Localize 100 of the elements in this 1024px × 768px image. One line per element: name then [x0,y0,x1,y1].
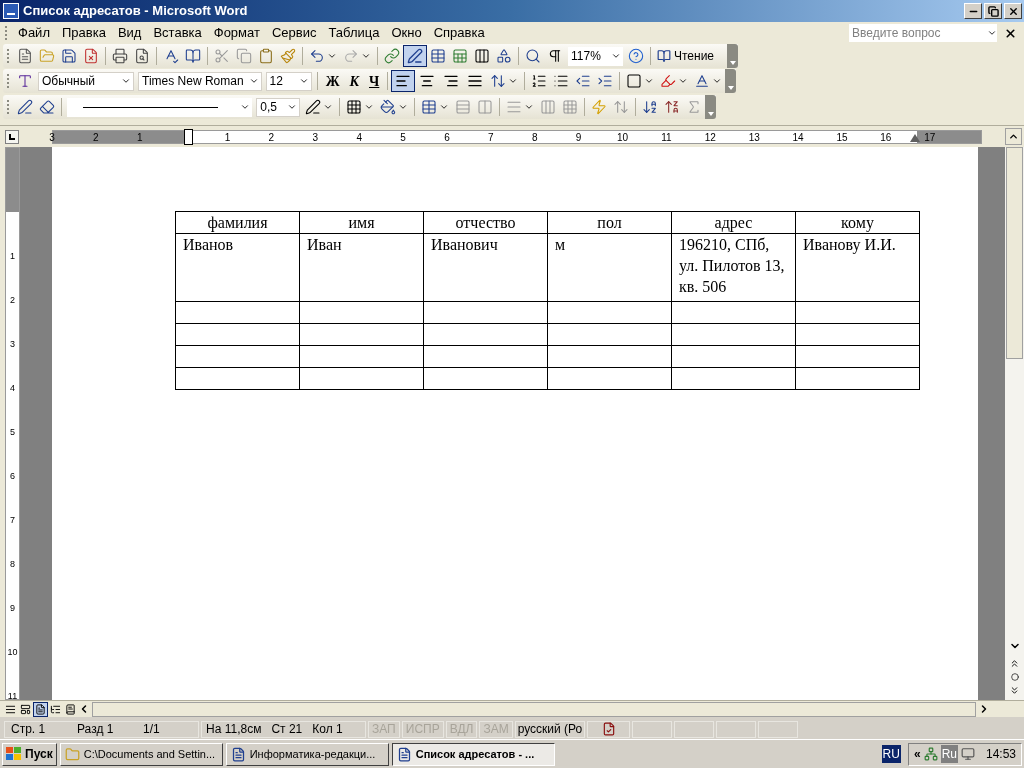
permission-icon[interactable] [83,48,99,64]
sort-ascending-icon[interactable] [642,99,659,115]
next-page-icon[interactable] [1009,685,1020,696]
cell-align-icon[interactable] [506,99,523,115]
spelling-status-icon[interactable] [601,722,616,736]
horizontal-scrollbar[interactable] [92,701,976,717]
network-icon[interactable] [923,747,938,761]
caret-icon[interactable] [508,76,519,86]
decrease-indent-icon[interactable] [575,73,592,89]
caret-icon[interactable] [248,76,259,86]
toolbar-options-icon[interactable] [725,69,737,93]
taskbar-button[interactable]: C:\Documents and Settin... [59,742,223,766]
draw-table-icon[interactable] [17,99,33,115]
caret-icon[interactable] [298,76,309,86]
document-map-icon[interactable] [525,48,541,64]
border-color-icon[interactable] [305,99,322,115]
paste-icon[interactable] [258,48,274,64]
line-spacing-icon[interactable] [490,73,507,89]
sort-descending-icon[interactable] [664,99,681,115]
taskbar-button[interactable]: Список адресатов - ... [391,742,555,766]
previous-page-icon[interactable] [1009,658,1020,669]
caret-icon[interactable] [364,102,375,112]
toolbar-options-icon[interactable] [705,95,717,119]
insert-table-icon[interactable] [430,48,446,64]
taskbar-button[interactable]: Информатика-редакци... [225,742,389,766]
caret-icon[interactable] [678,76,689,86]
research-icon[interactable] [185,48,201,64]
split-cells-icon[interactable] [477,99,494,115]
menu-item[interactable]: Файл [12,23,56,43]
style-dropdown[interactable]: Обычный [37,71,135,91]
numbered-list-icon[interactable] [531,73,548,89]
caret-icon[interactable] [361,51,371,61]
right-indent-marker-icon[interactable] [910,133,920,142]
menu-item[interactable]: Таблица [322,23,386,43]
fill-color-icon[interactable] [380,99,397,115]
line-style-dropdown[interactable] [67,97,253,117]
drawing-icon[interactable] [496,48,512,64]
caret-icon[interactable] [644,76,655,86]
caret-icon[interactable] [121,76,132,86]
toolbar-options-icon[interactable] [727,44,738,68]
italic-button[interactable]: К [344,70,364,92]
menu-item[interactable]: Окно [385,23,428,43]
caret-icon[interactable] [327,51,337,61]
font-size-dropdown[interactable]: 12 [265,71,312,91]
highlighter-icon[interactable] [660,73,677,89]
columns-icon[interactable] [474,48,490,64]
bulleted-list-icon[interactable] [553,73,570,89]
caret-icon[interactable] [398,102,409,112]
bold-button[interactable]: Ж [320,70,345,92]
borders-icon[interactable] [346,99,363,115]
caret-icon[interactable] [439,102,450,112]
print-preview-icon[interactable] [134,48,150,64]
vertical-ruler[interactable]: 1 2 3 4 5 6 7 8 9 10 11 [5,147,20,700]
help-icon[interactable] [628,48,644,64]
undo-icon[interactable] [309,48,325,64]
eraser-icon[interactable] [39,99,55,115]
merge-cells-icon[interactable] [455,99,472,115]
monitor-icon[interactable] [960,747,975,761]
save-icon[interactable] [61,48,77,64]
select-browse-object-icon[interactable] [1010,673,1019,681]
caret-icon[interactable] [323,102,334,112]
font-color-icon[interactable] [694,73,711,89]
border-icon[interactable] [626,73,643,89]
caret-icon[interactable] [287,102,298,112]
spelling-icon[interactable] [163,48,179,64]
vertical-scrollbar[interactable] [1005,147,1024,700]
menu-item[interactable]: Вид [111,23,148,43]
caret-icon[interactable] [987,28,997,38]
menu-item[interactable]: Сервис [265,23,323,43]
caret-icon[interactable] [240,102,251,112]
menu-item[interactable]: Вставка [147,23,208,43]
indent-marker-icon[interactable] [184,128,193,145]
line-weight-dropdown[interactable]: 0,5 [256,97,301,117]
styles-icon[interactable] [16,73,33,89]
underline-button[interactable]: Ч [364,70,385,92]
language-indicator[interactable]: RU [881,745,901,763]
menu-item[interactable]: Справка [427,23,491,43]
help-search-field[interactable]: Введите вопрос [849,24,997,42]
tab-selector-icon[interactable] [5,129,19,144]
print-icon[interactable] [112,48,128,64]
scroll-thumb[interactable] [1006,147,1023,359]
increase-indent-icon[interactable] [597,73,614,89]
show-hidden-icons-button[interactable]: « [913,745,921,763]
keyboard-language-indicator[interactable]: Ru [940,745,958,763]
hyperlink-icon[interactable] [384,48,400,64]
close-icon[interactable] [1004,26,1017,40]
cut-icon[interactable] [214,48,230,64]
menu-item[interactable]: Правка [55,23,112,43]
format-painter-icon[interactable] [280,48,296,64]
start-button[interactable]: Пуск [2,742,57,766]
zoom-dropdown[interactable]: 117% [568,46,623,66]
new-document-icon[interactable] [17,48,33,64]
caret-icon[interactable] [524,102,535,112]
font-dropdown[interactable]: Times New Roman [138,71,262,91]
pilcrow-icon[interactable] [547,48,563,64]
caret-icon[interactable] [611,51,621,61]
spreadsheet-icon[interactable] [452,48,468,64]
caret-icon[interactable] [712,76,723,86]
book-icon[interactable] [657,49,671,63]
reading-button[interactable]: Чтение [654,45,718,67]
